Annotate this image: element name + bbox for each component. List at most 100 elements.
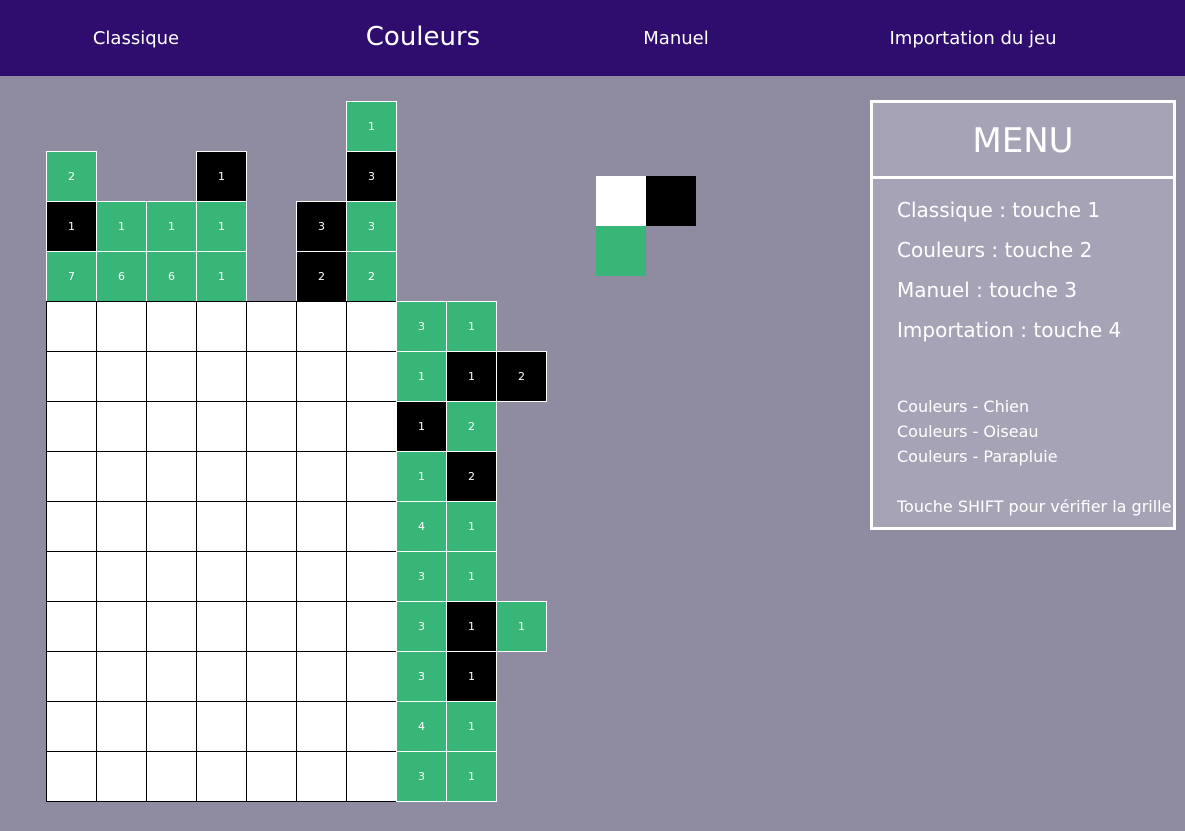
grid-cell[interactable] <box>146 451 197 502</box>
grid-cell[interactable] <box>296 701 347 752</box>
grid-cell[interactable] <box>46 651 97 702</box>
grid-cell[interactable] <box>346 651 397 702</box>
grid-cell[interactable] <box>346 401 397 452</box>
grid-cell[interactable] <box>246 501 297 552</box>
column-clue: 6 <box>146 251 197 302</box>
color-swatch-green[interactable] <box>596 226 646 276</box>
grid-cell[interactable] <box>246 301 297 352</box>
nav-importation[interactable]: Importation du jeu <box>889 0 1056 76</box>
grid-cell[interactable] <box>96 501 147 552</box>
grid-cell[interactable] <box>246 651 297 702</box>
grid-cell[interactable] <box>296 751 347 802</box>
grid-cell[interactable] <box>96 551 147 602</box>
grid-cell[interactable] <box>196 701 247 752</box>
grid-cell[interactable] <box>146 351 197 402</box>
grid-cell[interactable] <box>246 601 297 652</box>
grid-cell[interactable] <box>346 501 397 552</box>
grid-cell[interactable] <box>246 451 297 502</box>
column-clue: 3 <box>296 201 347 252</box>
row-clue: 1 <box>396 451 447 502</box>
row-clue: 3 <box>396 301 447 352</box>
grid-cell[interactable] <box>146 651 197 702</box>
grid-cell[interactable] <box>96 651 147 702</box>
grid-cell[interactable] <box>196 451 247 502</box>
color-swatch-black[interactable] <box>646 176 696 226</box>
grid-cell[interactable] <box>146 401 197 452</box>
puzzle-link-parapluie[interactable]: Couleurs - Parapluie <box>897 447 1058 466</box>
grid-cell[interactable] <box>96 451 147 502</box>
grid-cell[interactable] <box>346 701 397 752</box>
grid-cell[interactable] <box>146 501 197 552</box>
grid-cell[interactable] <box>196 401 247 452</box>
puzzle-link-oiseau[interactable]: Couleurs - Oiseau <box>897 422 1039 441</box>
grid-cell[interactable] <box>96 351 147 402</box>
color-swatch-white[interactable] <box>596 176 646 226</box>
column-clue: 7 <box>46 251 97 302</box>
grid-cell[interactable] <box>296 551 347 602</box>
grid-cell[interactable] <box>146 751 197 802</box>
column-clue: 1 <box>346 101 397 152</box>
puzzle-link-chien[interactable]: Couleurs - Chien <box>897 397 1029 416</box>
top-navigation-bar: Classique Couleurs Manuel Importation du… <box>0 0 1185 76</box>
grid-cell[interactable] <box>296 601 347 652</box>
grid-cell[interactable] <box>296 301 347 352</box>
grid-cell[interactable] <box>146 551 197 602</box>
grid-cell[interactable] <box>46 551 97 602</box>
grid-cell[interactable] <box>296 451 347 502</box>
row-clue: 2 <box>496 351 547 402</box>
grid-cell[interactable] <box>246 551 297 602</box>
grid-cell[interactable] <box>96 601 147 652</box>
row-clue: 4 <box>396 501 447 552</box>
grid-cell[interactable] <box>346 551 397 602</box>
column-clue: 1 <box>46 201 97 252</box>
grid-cell[interactable] <box>96 701 147 752</box>
grid-cell[interactable] <box>46 301 97 352</box>
grid-cell[interactable] <box>246 701 297 752</box>
grid-cell[interactable] <box>196 501 247 552</box>
column-clue: 1 <box>196 151 247 202</box>
grid-cell[interactable] <box>46 751 97 802</box>
grid-cell[interactable] <box>346 301 397 352</box>
grid-cell[interactable] <box>146 301 197 352</box>
menu-panel: MENU Classique : touche 1 Couleurs : tou… <box>870 100 1176 530</box>
grid-cell[interactable] <box>246 751 297 802</box>
grid-cell[interactable] <box>196 601 247 652</box>
grid-cell[interactable] <box>46 401 97 452</box>
grid-cell[interactable] <box>146 701 197 752</box>
grid-cell[interactable] <box>46 451 97 502</box>
grid-cell[interactable] <box>46 701 97 752</box>
grid-cell[interactable] <box>146 601 197 652</box>
grid-cell[interactable] <box>346 351 397 402</box>
grid-cell[interactable] <box>96 401 147 452</box>
grid-cell[interactable] <box>346 451 397 502</box>
row-clue: 1 <box>446 551 497 602</box>
grid-cell[interactable] <box>46 501 97 552</box>
grid-cell[interactable] <box>346 751 397 802</box>
grid-cell[interactable] <box>196 301 247 352</box>
grid-cell[interactable] <box>246 351 297 402</box>
column-clue: 2 <box>346 251 397 302</box>
grid-cell[interactable] <box>46 601 97 652</box>
nav-classique[interactable]: Classique <box>93 0 179 76</box>
grid-cell[interactable] <box>196 651 247 702</box>
row-clue: 1 <box>446 651 497 702</box>
shortcut-classique: Classique : touche 1 <box>897 198 1101 222</box>
nav-manuel[interactable]: Manuel <box>643 0 708 76</box>
grid-cell[interactable] <box>96 751 147 802</box>
grid-cell[interactable] <box>246 401 297 452</box>
row-clue: 1 <box>396 401 447 452</box>
grid-cell[interactable] <box>346 601 397 652</box>
grid-cell[interactable] <box>296 501 347 552</box>
grid-cell[interactable] <box>46 351 97 402</box>
grid-cell[interactable] <box>296 651 347 702</box>
grid-cell[interactable] <box>196 551 247 602</box>
shortcut-couleurs: Couleurs : touche 2 <box>897 238 1093 262</box>
row-clue: 1 <box>446 351 497 402</box>
grid-cell[interactable] <box>196 751 247 802</box>
grid-cell[interactable] <box>196 351 247 402</box>
nav-couleurs[interactable]: Couleurs <box>366 0 480 76</box>
grid-cell[interactable] <box>96 301 147 352</box>
grid-cell[interactable] <box>296 401 347 452</box>
grid-cell[interactable] <box>296 351 347 402</box>
column-clue: 3 <box>346 201 397 252</box>
